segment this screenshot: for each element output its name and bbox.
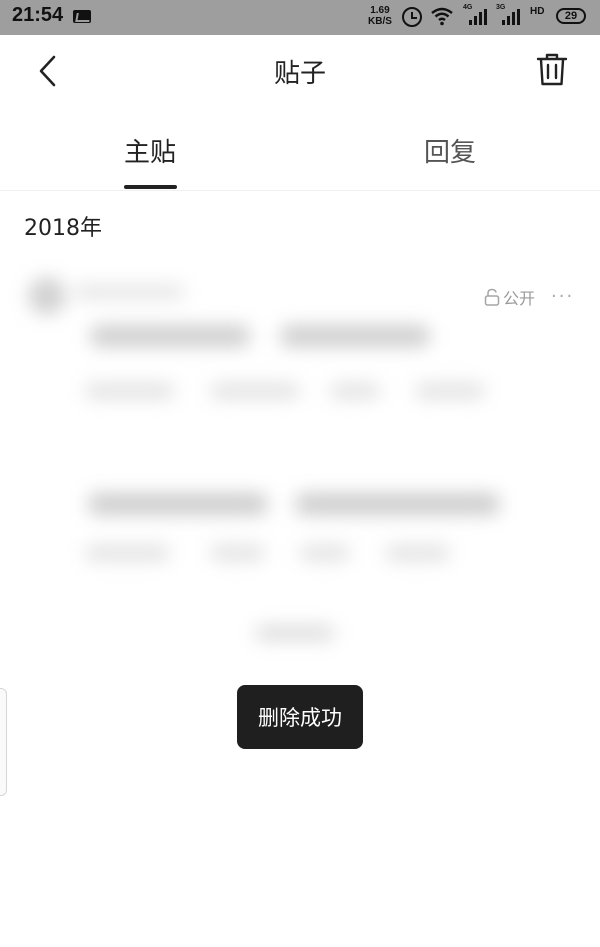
post-item[interactable]: [0, 255, 600, 675]
hd-label: HD: [530, 6, 545, 17]
network-speed: 1.69 KB/S: [368, 5, 392, 27]
message-icon: [73, 10, 91, 23]
blurred-post-content: [0, 255, 600, 675]
tab-main-post[interactable]: 主贴: [75, 132, 225, 169]
signal-4g-label: 4G: [463, 4, 473, 11]
more-options-button[interactable]: ···: [551, 286, 574, 307]
network-speed-unit: KB/S: [368, 16, 392, 27]
privacy-label: 公开: [503, 289, 536, 308]
toast-message: 删除成功: [237, 685, 363, 749]
status-bar: 21:54 1.69 KB/S 4G 3G HD 29: [0, 0, 600, 35]
network-speed-value: 1.69: [370, 5, 390, 16]
signal-3g-label: 3G: [496, 4, 506, 11]
year-section-header: 2018年: [24, 216, 102, 241]
title-bar: 贴子: [0, 35, 600, 105]
tab-bar: 主贴 回复: [0, 120, 600, 191]
battery-icon: 29: [556, 8, 586, 24]
wifi-icon: [431, 7, 453, 26]
status-time: 21:54: [12, 4, 64, 26]
trash-icon: [536, 53, 568, 86]
alarm-icon: [402, 7, 422, 27]
side-edge-handle[interactable]: [0, 688, 7, 796]
hd-voice-icon: HD: [530, 7, 544, 17]
active-tab-indicator: [124, 185, 177, 189]
delete-button[interactable]: [532, 50, 572, 90]
privacy-status: 公开: [484, 285, 535, 309]
signal-4g-icon: 4G: [463, 4, 487, 25]
signal-3g-icon: 3G: [496, 4, 520, 25]
tab-replies[interactable]: 回复: [375, 132, 525, 169]
unlock-icon: [484, 288, 500, 306]
battery-level: 29: [564, 10, 578, 22]
page-title: 贴子: [273, 59, 326, 89]
